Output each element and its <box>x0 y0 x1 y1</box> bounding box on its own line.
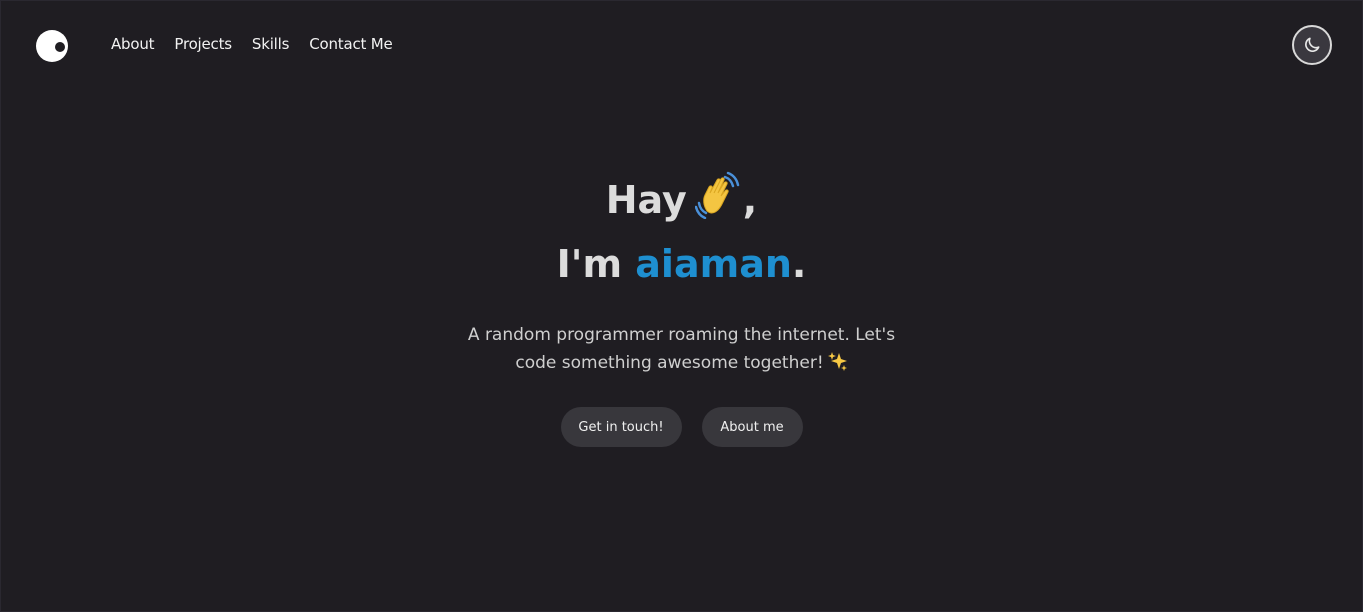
get-in-touch-button[interactable]: Get in touch! <box>560 407 682 447</box>
tagline-line-2: code something awesome together! <box>515 353 824 373</box>
logo-pupil <box>55 42 65 52</box>
waving-hand-icon <box>694 171 741 235</box>
hero-actions: Get in touch! About me <box>1 407 1362 447</box>
nav-item-projects[interactable]: Projects <box>174 35 232 53</box>
eye-logo-icon[interactable] <box>36 30 68 62</box>
nav-item-contact-me[interactable]: Contact Me <box>309 35 393 53</box>
hero-greeting: Hay , I'm aiaman. <box>1 171 1362 293</box>
main-nav: About Projects Skills Contact Me <box>111 35 393 53</box>
nav-item-skills[interactable]: Skills <box>252 35 290 53</box>
moon-icon <box>1305 37 1320 52</box>
theme-toggle-button[interactable] <box>1292 25 1332 65</box>
page: About Projects Skills Contact Me Hay , I… <box>0 0 1363 612</box>
tagline-line-1: A random programmer roaming the internet… <box>467 325 896 345</box>
sparkles-icon <box>827 351 848 380</box>
intro-prefix: I'm <box>556 242 623 286</box>
greeting-suffix: , <box>742 178 758 222</box>
hero: Hay , I'm aiaman. <box>1 171 1362 293</box>
tagline-line-2-wrap: code something awesome together! <box>1 349 1362 380</box>
about-me-button[interactable]: About me <box>701 407 803 447</box>
hero-tagline: A random programmer roaming the internet… <box>1 321 1362 380</box>
hero-name: aiaman <box>635 242 792 286</box>
nav-item-about[interactable]: About <box>111 35 155 53</box>
name-suffix: . <box>791 242 807 286</box>
greeting-text: Hay <box>605 178 687 222</box>
